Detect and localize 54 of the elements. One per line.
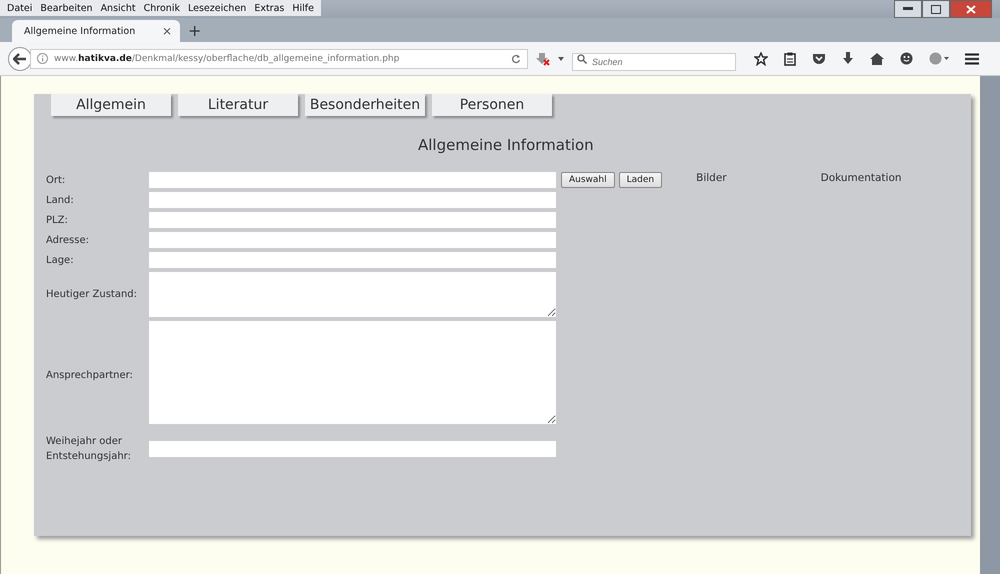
input-field[interactable] (148, 252, 556, 268)
section-heading: Allgemeine Information (418, 136, 595, 156)
page-tab[interactable]: Besonderheiten (305, 94, 425, 116)
menu-item[interactable]: Hilfe (289, 2, 317, 14)
star-icon[interactable] (754, 52, 768, 66)
input-field[interactable] (148, 192, 556, 208)
menu-item[interactable]: Chronik (140, 2, 183, 14)
smiley-icon[interactable] (900, 52, 913, 65)
menu-item[interactable]: Datei (4, 2, 36, 14)
input-field[interactable] (148, 212, 556, 228)
info-icon (37, 53, 48, 64)
field-label: Ansprechpartner: (46, 369, 134, 383)
column-heading: Bilder (696, 172, 727, 184)
new-tab-button[interactable]: + (188, 20, 202, 40)
reload-icon[interactable] (511, 54, 521, 64)
page-tab[interactable]: Literatur (178, 94, 298, 116)
form-button[interactable]: Auswahl (561, 172, 615, 188)
browser-tab[interactable]: Allgemeine Information × (12, 20, 180, 42)
menu-item[interactable]: Extras (251, 2, 288, 14)
search-icon (577, 54, 587, 64)
minimize-button[interactable] (894, 0, 922, 18)
page-tab[interactable]: Personen (432, 94, 552, 116)
field-label: Heutiger Zustand: (46, 288, 138, 302)
field-label: Weihejahr oder Entstehungsjahr: (46, 435, 132, 464)
search-field[interactable]: Suchen (572, 52, 736, 70)
close-tab-button[interactable]: × (162, 24, 172, 38)
input-field[interactable] (148, 441, 556, 457)
back-arrow-icon (13, 52, 27, 64)
dropdown-caret-icon[interactable] (558, 56, 564, 60)
input-field[interactable] (148, 172, 556, 188)
clipboard-icon[interactable] (784, 52, 796, 66)
close-button[interactable] (950, 0, 992, 18)
menu-item[interactable]: Lesezeichen (184, 2, 250, 14)
maximize-icon (931, 4, 941, 14)
download-blocked-icon[interactable] (536, 52, 550, 66)
menu-item[interactable]: Ansicht (98, 2, 139, 14)
field-label: PLZ: (46, 214, 69, 228)
back-button[interactable] (8, 46, 32, 70)
column-heading: Dokumentation (820, 172, 902, 184)
menu-icon[interactable] (965, 52, 979, 64)
menu-item[interactable]: Bearbeiten (37, 2, 96, 14)
close-icon (966, 4, 976, 14)
download-icon[interactable] (842, 52, 854, 65)
maximize-button[interactable] (922, 0, 950, 18)
input-field[interactable] (148, 232, 556, 248)
form-button[interactable]: Laden (618, 172, 662, 188)
home-icon[interactable] (870, 52, 884, 64)
minimize-icon (903, 7, 913, 11)
field-label: Adresse: (46, 234, 90, 248)
field-label: Lage: (46, 254, 75, 268)
page-tab[interactable]: Allgemein (51, 94, 171, 116)
field-label: Land: (46, 194, 75, 208)
address-bar[interactable]: www.hatikva.de/Denkmal/kessy/oberflache/db_allgemeine_information.php (30, 48, 528, 68)
field-label: Ort: (46, 174, 66, 188)
